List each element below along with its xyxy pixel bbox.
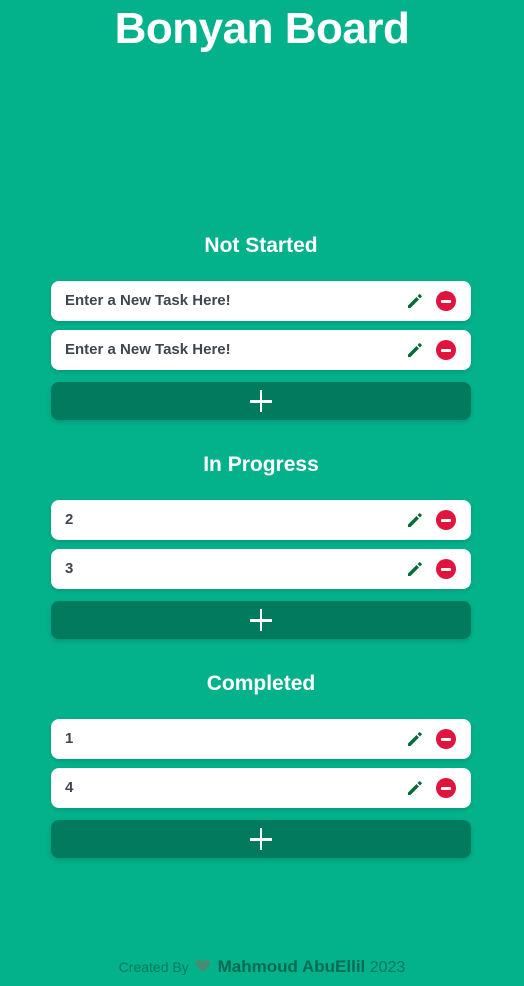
pencil-icon[interactable] bbox=[405, 510, 425, 530]
task-text[interactable]: 1 bbox=[65, 719, 73, 759]
heart-icon bbox=[195, 959, 211, 973]
minus-circle-icon[interactable] bbox=[436, 729, 456, 749]
task-card[interactable]: 3 bbox=[51, 549, 471, 589]
column-title: Completed bbox=[206, 672, 316, 695]
add-task-button[interactable] bbox=[51, 382, 471, 420]
app-title: Bonyan Board bbox=[114, 4, 410, 53]
minus-circle-icon[interactable] bbox=[436, 510, 456, 530]
add-task-button[interactable] bbox=[51, 820, 471, 858]
task-card[interactable]: Enter a New Task Here! bbox=[51, 281, 471, 321]
task-card[interactable]: Enter a New Task Here! bbox=[51, 330, 471, 370]
footer-author[interactable]: Mahmoud AbuEllil bbox=[218, 957, 366, 976]
task-text[interactable]: Enter a New Task Here! bbox=[65, 281, 231, 321]
task-text[interactable]: Enter a New Task Here! bbox=[65, 330, 231, 370]
task-text[interactable]: 3 bbox=[65, 549, 73, 589]
minus-circle-icon[interactable] bbox=[436, 778, 456, 798]
minus-circle-icon[interactable] bbox=[436, 340, 456, 360]
pencil-icon[interactable] bbox=[405, 778, 425, 798]
column-in-progress: In Progress 2 3 bbox=[51, 450, 471, 639]
task-text[interactable]: 2 bbox=[65, 500, 73, 540]
column-title: Not Started bbox=[204, 234, 318, 257]
pencil-icon[interactable] bbox=[405, 291, 425, 311]
task-card[interactable]: 2 bbox=[51, 500, 471, 540]
footer-created-by: Created By bbox=[118, 959, 189, 975]
minus-circle-icon[interactable] bbox=[436, 559, 456, 579]
pencil-icon[interactable] bbox=[405, 559, 425, 579]
task-text[interactable]: 4 bbox=[65, 768, 73, 808]
pencil-icon[interactable] bbox=[405, 340, 425, 360]
task-card[interactable]: 4 bbox=[51, 768, 471, 808]
column-completed: Completed 1 4 bbox=[51, 669, 471, 858]
pencil-icon[interactable] bbox=[405, 729, 425, 749]
column-title: In Progress bbox=[203, 453, 319, 476]
column-not-started: Not Started Enter a New Task Here! Enter… bbox=[51, 231, 471, 420]
footer-year: 2023 bbox=[369, 959, 406, 976]
add-task-button[interactable] bbox=[51, 601, 471, 639]
minus-circle-icon[interactable] bbox=[436, 291, 456, 311]
task-card[interactable]: 1 bbox=[51, 719, 471, 759]
footer: Created By Mahmoud AbuEllil 2023 bbox=[0, 957, 524, 977]
